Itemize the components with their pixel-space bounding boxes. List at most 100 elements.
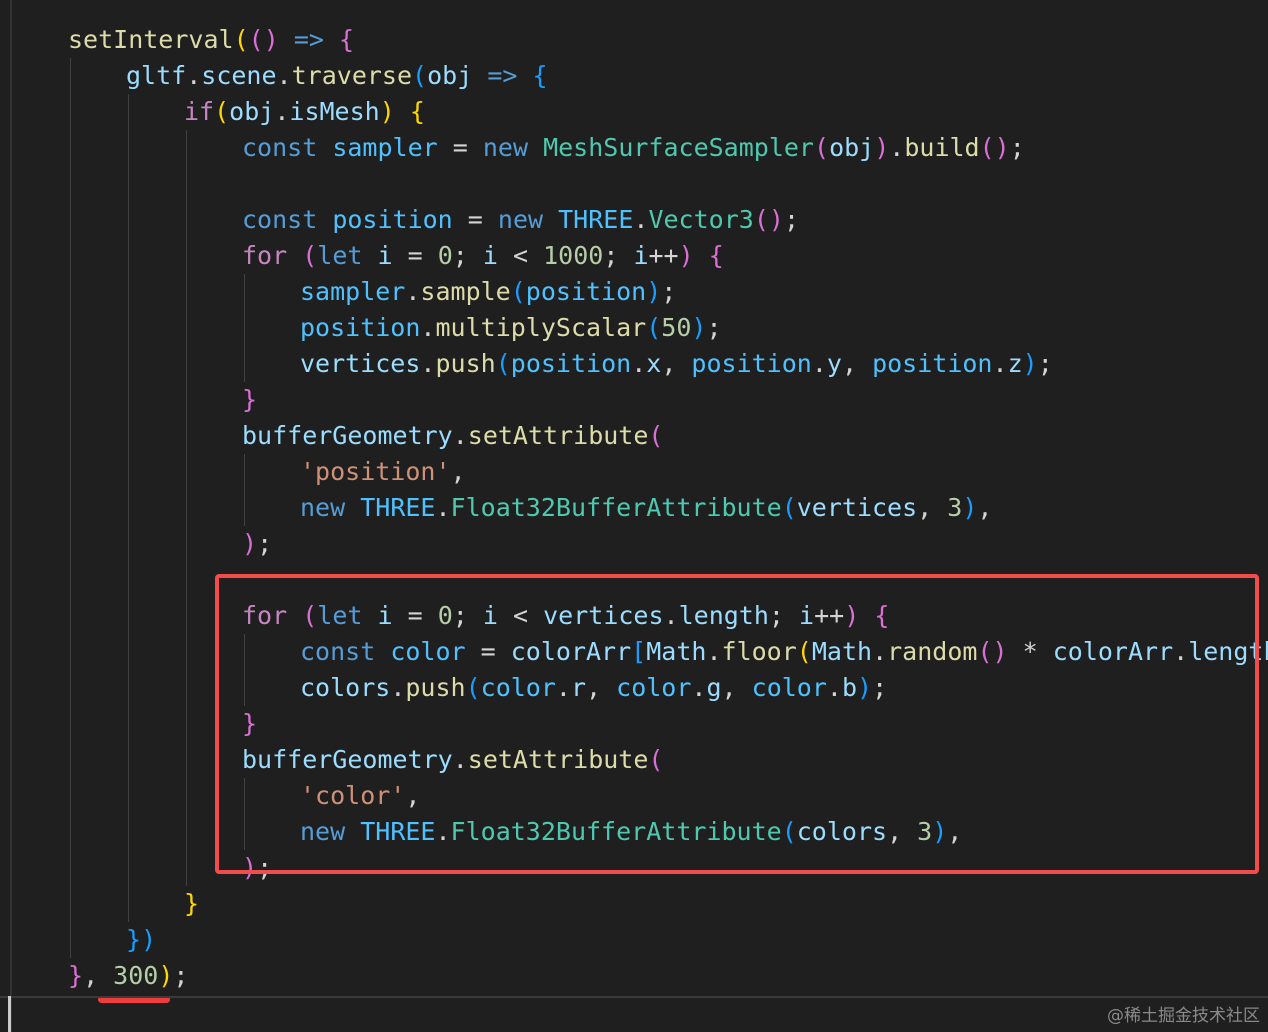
code-token: ( [495,349,511,378]
code-line[interactable]: } [242,382,257,418]
code-line[interactable]: 'position', [300,454,466,490]
code-token: build [904,133,980,162]
code-token: ; [706,313,722,342]
code-line[interactable]: const sampler = new MeshSurfaceSampler(o… [242,130,1025,166]
code-token: push [435,349,496,378]
code-token: { [708,241,724,270]
code-token: ) [768,205,784,234]
code-token: ; [783,205,799,234]
code-token: y [826,349,842,378]
code-token: ) [962,493,978,522]
code-token: ) [678,241,694,270]
code-line[interactable]: bufferGeometry.setAttribute( [242,418,663,454]
code-token: ) [379,97,395,126]
code-token: new [300,493,346,522]
code-line[interactable]: } [184,886,199,922]
code-token: if [184,97,215,126]
code-token: } [184,889,200,918]
code-token: Float32BufferAttribute [450,493,782,522]
code-line[interactable]: }, 300); [68,958,188,994]
code-line[interactable]: const position = new THREE.Vector3(); [242,202,799,238]
code-token: THREE [360,493,436,522]
code-token: . [420,313,436,342]
indent-guide [70,58,71,958]
code-token: sampler [332,133,438,162]
code-token: ; [452,241,483,270]
code-token: ( [233,25,249,54]
code-token: , [450,457,466,486]
code-token: , [83,961,114,990]
code-token: ; [173,961,189,990]
code-line[interactable]: vertices.push(position.x, position.y, po… [300,346,1053,382]
code-line[interactable]: position.multiplyScalar(50); [300,310,722,346]
code-line[interactable]: if(obj.isMesh) { [184,94,425,130]
code-line[interactable]: ); [242,526,272,562]
code-line[interactable]: new THREE.Float32BufferAttribute(vertice… [300,490,992,526]
code-line[interactable]: sampler.sample(position); [300,274,676,310]
code-token: 3 [947,493,963,522]
code-token: ) [874,133,890,162]
code-token: obj [427,61,473,90]
code-token: , [841,349,873,378]
code-token: 'position' [300,457,451,486]
code-line[interactable]: for (let i = 0; i < 1000; i++) { [242,238,724,274]
code-token: = [392,241,438,270]
code-token: . [992,349,1008,378]
code-token: new [482,133,528,162]
code-token: . [435,493,451,522]
code-token: position [510,349,632,378]
code-token: ) [141,925,157,954]
code-line[interactable]: setInterval(() => { [68,22,354,58]
code-token: THREE [558,205,634,234]
code-token: for [242,241,288,270]
code-token: . [276,61,292,90]
code-line[interactable]: }) [126,922,156,958]
code-token: vertices [796,493,918,522]
code-token: position [872,349,993,378]
code-token: } [68,961,84,990]
code-token: z [1007,349,1023,378]
highlight-box [215,574,1259,874]
code-token: . [631,349,647,378]
code-token: setAttribute [467,421,649,450]
code-line[interactable]: gltf.scene.traverse(obj => { [126,58,548,94]
code-token: 300 [113,961,159,990]
code-token: ) [158,961,174,990]
code-token: . [811,349,827,378]
code-token: Vector3 [648,205,754,234]
code-token: traverse [291,61,413,90]
editor-left-rule [10,0,12,1032]
code-token: ( [753,205,769,234]
code-token: ( [814,133,830,162]
code-token: ) [994,133,1010,162]
code-token: new [497,205,544,234]
code-token: ( [412,61,428,90]
editor-bottom-rule [0,996,1268,998]
code-token: ) [646,277,662,306]
code-token: ( [979,133,995,162]
code-token: const [242,205,318,234]
code-token: { [532,61,548,90]
code-token: ++ [648,241,679,270]
code-token: { [409,97,425,126]
code-token: 50 [661,313,692,342]
code-editor[interactable]: setInterval(() => {gltf.scene.traverse(o… [0,0,1268,1032]
code-token: . [452,421,468,450]
code-token: i [377,241,393,270]
code-token: vertices [300,349,421,378]
code-token: < [497,241,544,270]
watermark: @稀土掘金技术社区 [1107,1006,1260,1026]
code-token: . [633,205,649,234]
code-token: sampler [300,277,406,306]
code-token: gltf [126,61,187,90]
code-token: obj [229,97,275,126]
code-token: { [339,25,355,54]
